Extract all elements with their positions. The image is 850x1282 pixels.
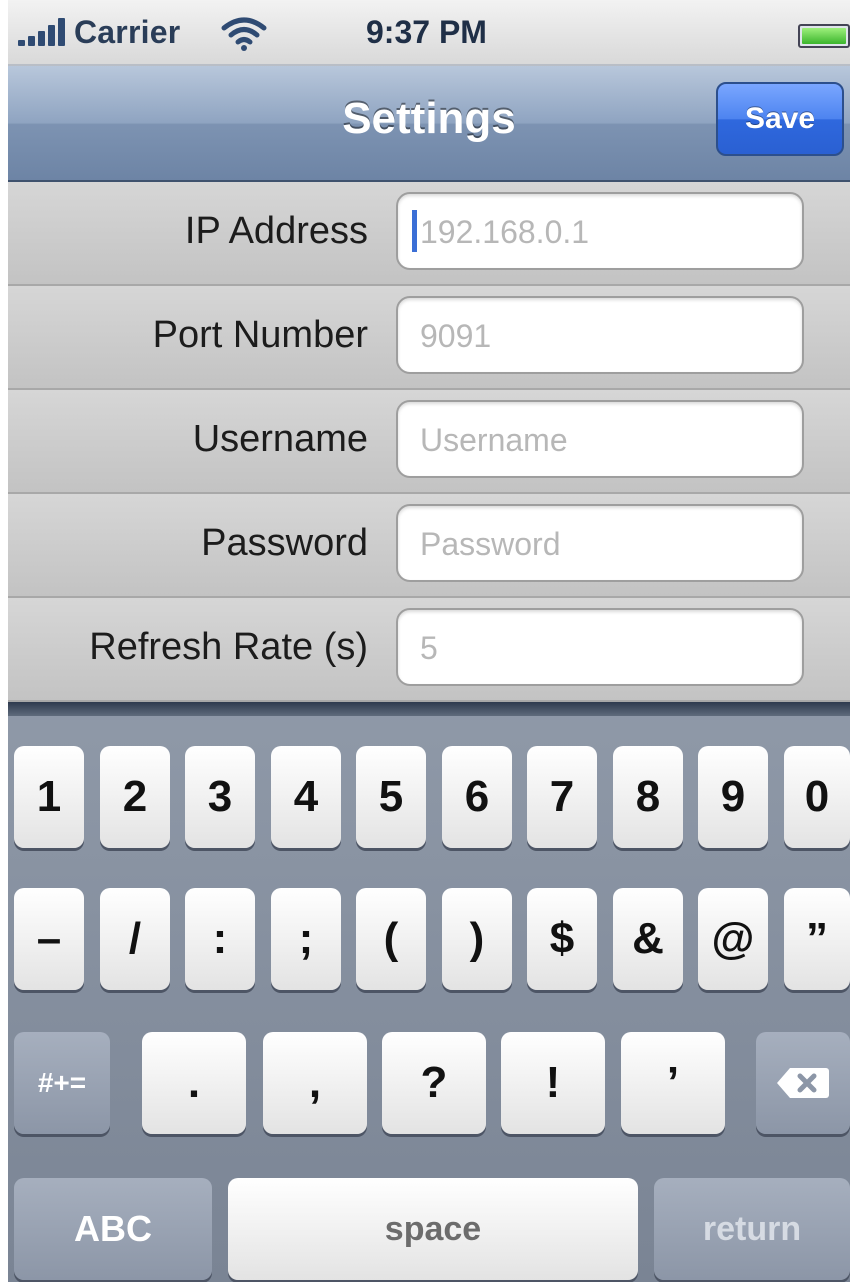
key-open-paren[interactable]: (	[356, 888, 426, 990]
signal-icon	[18, 18, 76, 46]
symbols-toggle-key[interactable]: #+=	[14, 1032, 110, 1134]
port-number-label: Port Number	[152, 314, 368, 356]
status-bar: Carrier 9:37 PM	[8, 0, 850, 66]
key-exclamation[interactable]: !	[501, 1032, 605, 1134]
battery-icon	[798, 24, 850, 48]
refresh-rate-placeholder: 5	[420, 630, 438, 666]
key-9[interactable]: 9	[698, 746, 768, 848]
key-question[interactable]: ?	[382, 1032, 486, 1134]
refresh-rate-label: Refresh Rate (s)	[89, 626, 368, 668]
key-7[interactable]: 7	[527, 746, 597, 848]
space-key[interactable]: space	[228, 1178, 638, 1280]
navigation-bar: Settings Save	[8, 66, 850, 182]
settings-form: IP Address 192.168.0.1 Port Number 9091 …	[8, 182, 850, 702]
text-cursor	[412, 210, 417, 252]
ip-address-row: IP Address 192.168.0.1	[8, 182, 850, 286]
key-colon[interactable]: :	[185, 888, 255, 990]
numeric-keyboard: 1 2 3 4 5 6 7 8 9 0 – / : ; ( ) $ & @ ” …	[8, 702, 850, 1282]
key-dollar[interactable]: $	[527, 888, 597, 990]
username-placeholder: Username	[420, 422, 568, 458]
wifi-icon	[221, 17, 267, 51]
key-0[interactable]: 0	[784, 746, 850, 848]
password-label: Password	[201, 522, 368, 564]
ip-address-field[interactable]: 192.168.0.1	[396, 192, 804, 270]
delete-key[interactable]	[756, 1032, 850, 1134]
refresh-rate-row: Refresh Rate (s) 5	[8, 598, 850, 702]
key-ampersand[interactable]: &	[613, 888, 683, 990]
key-semicolon[interactable]: ;	[271, 888, 341, 990]
key-dash[interactable]: –	[14, 888, 84, 990]
key-quote[interactable]: ”	[784, 888, 850, 990]
key-5[interactable]: 5	[356, 746, 426, 848]
keyboard-top-edge	[8, 702, 850, 716]
port-number-field[interactable]: 9091	[396, 296, 804, 374]
key-8[interactable]: 8	[613, 746, 683, 848]
key-at[interactable]: @	[698, 888, 768, 990]
key-comma[interactable]: ,	[263, 1032, 367, 1134]
password-field[interactable]: Password	[396, 504, 804, 582]
key-apostrophe[interactable]: ’	[621, 1032, 725, 1134]
phone-screen: Carrier 9:37 PM Settings Save IP Address…	[8, 0, 850, 1282]
backspace-icon	[777, 1068, 829, 1098]
return-key[interactable]: return	[654, 1178, 850, 1280]
save-button[interactable]: Save	[716, 82, 844, 156]
password-placeholder: Password	[420, 526, 561, 562]
key-2[interactable]: 2	[100, 746, 170, 848]
port-number-row: Port Number 9091	[8, 286, 850, 390]
username-label: Username	[192, 418, 368, 460]
carrier-name: Carrier	[74, 14, 181, 50]
key-1[interactable]: 1	[14, 746, 84, 848]
key-3[interactable]: 3	[185, 746, 255, 848]
key-6[interactable]: 6	[442, 746, 512, 848]
username-row: Username Username	[8, 390, 850, 494]
key-period[interactable]: .	[142, 1032, 246, 1134]
abc-key[interactable]: ABC	[14, 1178, 212, 1280]
password-row: Password Password	[8, 494, 850, 598]
username-field[interactable]: Username	[396, 400, 804, 478]
port-number-placeholder: 9091	[420, 318, 492, 354]
key-slash[interactable]: /	[100, 888, 170, 990]
key-close-paren[interactable]: )	[442, 888, 512, 990]
key-4[interactable]: 4	[271, 746, 341, 848]
refresh-rate-field[interactable]: 5	[396, 608, 804, 686]
ip-address-label: IP Address	[184, 210, 368, 252]
ip-address-placeholder: 192.168.0.1	[420, 214, 590, 250]
status-time: 9:37 PM	[366, 14, 487, 50]
